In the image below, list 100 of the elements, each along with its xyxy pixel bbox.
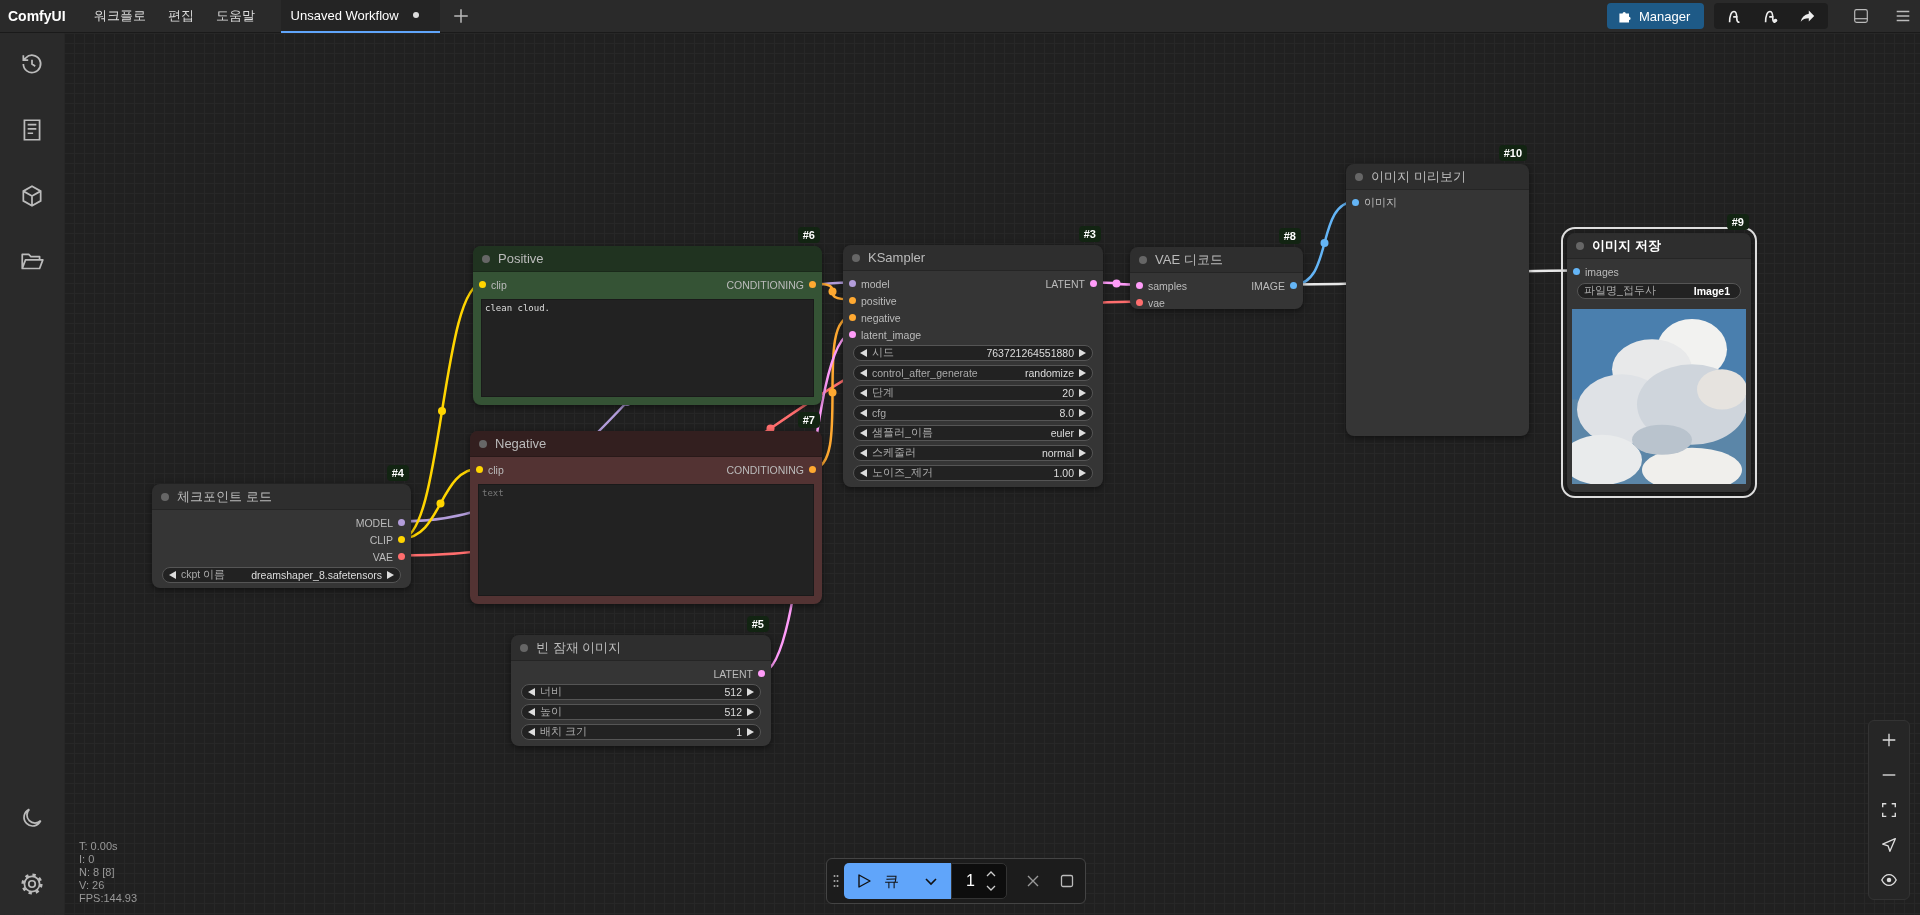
slot-dot[interactable] [398, 553, 405, 560]
slot-label: MODEL [355, 516, 393, 529]
app-logo-text: ComfyUI [8, 8, 66, 24]
node-id-badge: #5 [746, 616, 769, 632]
workflow-tab[interactable]: Unsaved Workflow [280, 0, 440, 33]
add-tab-icon[interactable] [451, 7, 470, 25]
arrow-left-icon[interactable] [860, 429, 868, 437]
node-id-badge: #8 [1278, 228, 1301, 244]
value-widget[interactable]: 배치 크기 1 [521, 724, 761, 740]
drag-handle-icon[interactable] [833, 874, 839, 888]
queue-button[interactable]: 큐 [844, 863, 911, 899]
close-icon[interactable] [1025, 873, 1041, 889]
menu-item[interactable]: 편집 [159, 3, 202, 29]
arrow-left-icon[interactable] [860, 349, 868, 357]
slot-dot[interactable] [849, 331, 856, 338]
settings-icon[interactable] [19, 871, 45, 897]
slot-dot[interactable] [849, 314, 856, 321]
chevron-up-icon[interactable] [984, 870, 997, 878]
collapse-dot-icon[interactable] [479, 439, 487, 448]
collapse-dot-icon[interactable] [1576, 241, 1584, 250]
slot-label: clip [488, 463, 504, 476]
arrow-right-icon[interactable] [1078, 449, 1086, 457]
slot-label: 이미지 [1364, 195, 1397, 210]
value-widget[interactable]: 노이즈_제거 1.00 [853, 465, 1093, 481]
arrow-right-icon[interactable] [1078, 389, 1086, 397]
slot-label: latent_image [861, 328, 922, 341]
prompt-field[interactable]: text [478, 484, 814, 596]
slot-dot[interactable] [398, 519, 405, 526]
prompt-field[interactable]: clean cloud. [481, 299, 814, 397]
stat-text: T: 0.00s [79, 840, 119, 853]
arrow-left-icon[interactable] [860, 409, 868, 417]
node-id-badge: #6 [797, 227, 820, 243]
node-id-badge: #4 [386, 465, 409, 481]
value-widget[interactable]: 너비 512 [521, 684, 761, 700]
zoom-in-icon[interactable] [1880, 731, 1898, 749]
batch-count-field[interactable]: 1 [951, 863, 1007, 899]
pointer-icon[interactable] [1880, 836, 1898, 854]
play-icon [856, 873, 872, 889]
collapse-dot-icon[interactable] [1139, 255, 1147, 264]
eye-icon[interactable] [1880, 871, 1898, 889]
slot-dot[interactable] [479, 281, 486, 288]
node-id-badge: #7 [797, 412, 820, 428]
collapse-dot-icon[interactable] [520, 643, 528, 652]
collapse-dot-icon[interactable] [161, 492, 169, 501]
stop-icon[interactable] [1059, 873, 1075, 889]
value-widget[interactable]: control_after_generate randomize [853, 365, 1093, 381]
value-widget[interactable]: 샘플러_이름 euler [853, 425, 1093, 441]
arrow-left-icon[interactable] [860, 369, 868, 377]
value-widget[interactable]: 시드 763721264551880 [853, 345, 1093, 361]
slot-dot[interactable] [1136, 282, 1143, 289]
arrow-right-icon[interactable] [746, 688, 754, 696]
arrow-left-icon[interactable] [860, 449, 868, 457]
menu-item[interactable]: 워크플로 [85, 3, 154, 29]
arrow-right-icon[interactable] [1078, 429, 1086, 437]
slot-dot[interactable] [1352, 199, 1359, 206]
value-widget[interactable]: cfg 8.0 [853, 405, 1093, 421]
value-widget[interactable]: 높이 512 [521, 704, 761, 720]
arrow-left-icon[interactable] [528, 688, 536, 696]
value-widget[interactable]: ckpt 이름 dreamshaper_8.safetensors [162, 567, 401, 583]
arrow-right-icon[interactable] [746, 708, 754, 716]
arrow-right-icon[interactable] [1078, 349, 1086, 357]
text-widget[interactable]: 파일명_접두사 Image1 [1577, 283, 1741, 299]
slot-dot[interactable] [809, 281, 816, 288]
arrow-left-icon[interactable] [860, 469, 868, 477]
arrow-left-icon[interactable] [528, 708, 536, 716]
arrow-left-icon[interactable] [169, 571, 177, 579]
value-widget[interactable]: 단계 20 [853, 385, 1093, 401]
stat-text: V: 26 [79, 879, 106, 892]
slot-dot[interactable] [849, 297, 856, 304]
collapse-dot-icon[interactable] [1355, 172, 1363, 181]
value-widget[interactable]: 스케줄러 normal [853, 445, 1093, 461]
arrow-left-icon[interactable] [860, 389, 868, 397]
collapse-dot-icon[interactable] [482, 254, 490, 263]
slot-label: CONDITIONING [726, 463, 804, 476]
arrow-right-icon[interactable] [1078, 469, 1086, 477]
slot-dot[interactable] [398, 536, 405, 543]
slot-dot[interactable] [1290, 282, 1297, 289]
slot-dot[interactable] [476, 466, 483, 473]
chevron-down-icon[interactable] [984, 884, 997, 892]
manager-button[interactable]: Manager [1607, 3, 1704, 29]
slot-dot[interactable] [1090, 280, 1097, 287]
slot-dot[interactable] [1573, 268, 1580, 275]
slot-dot[interactable] [849, 280, 856, 287]
arrow-left-icon[interactable] [528, 728, 536, 736]
arrow-right-icon[interactable] [746, 728, 754, 736]
slot-dot[interactable] [758, 670, 765, 677]
slot-dot[interactable] [1136, 299, 1143, 306]
slot-label: samples [1148, 279, 1188, 292]
arrow-right-icon[interactable] [1078, 409, 1086, 417]
bottom-panel-icon[interactable] [1852, 7, 1870, 25]
node-title: Positive [498, 251, 544, 266]
node-title: 이미지 저장 [1592, 236, 1661, 255]
fit-view-icon[interactable] [1880, 801, 1898, 819]
arrow-right-icon[interactable] [1078, 369, 1086, 377]
slot-dot[interactable] [809, 466, 816, 473]
collapse-dot-icon[interactable] [852, 253, 860, 262]
menu-item[interactable]: 도움말 [207, 3, 263, 29]
cube-icon[interactable] [19, 183, 45, 209]
slot-label: IMAGE [1251, 279, 1285, 292]
arrow-right-icon[interactable] [386, 571, 394, 579]
